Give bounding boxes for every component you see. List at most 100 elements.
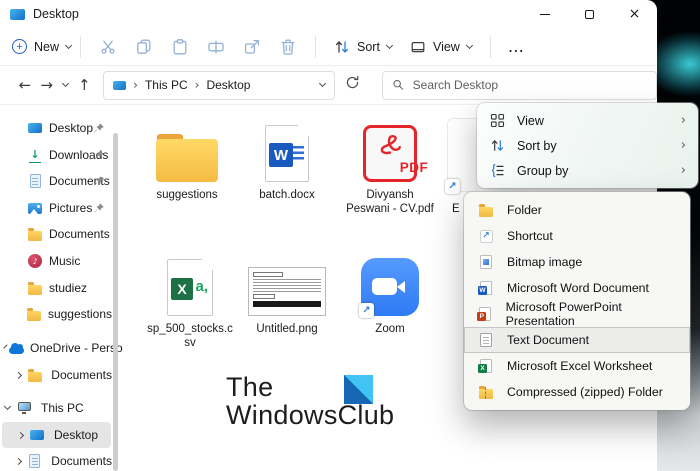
rename-button[interactable] [198, 31, 234, 63]
pdf-badge: PDF [390, 160, 438, 175]
hidden-file-label: E [452, 203, 460, 215]
copy-button[interactable] [126, 31, 162, 63]
music-icon: ♪ [28, 254, 42, 268]
maximize-button[interactable] [567, 0, 612, 28]
new-menu-item-folder[interactable]: Folder [464, 197, 690, 223]
submenu-arrow-icon: › [681, 138, 686, 153]
sort-button[interactable]: Sort [334, 39, 392, 55]
excel-icon: X [480, 359, 492, 373]
chevron-expanded-icon[interactable] [3, 344, 7, 348]
pin-icon [93, 202, 105, 214]
new-menu-item-excel-worksheet[interactable]: X Microsoft Excel Worksheet [464, 353, 690, 379]
search-icon [392, 78, 405, 92]
sidebar-item-onedrive[interactable]: OneDrive - Perso [0, 335, 112, 361]
back-button[interactable]: ← [14, 76, 36, 94]
chevron-collapsed-icon[interactable] [17, 431, 24, 438]
chevron-collapsed-icon[interactable] [15, 458, 22, 465]
pin-icon [93, 122, 105, 134]
see-more-button[interactable]: … [508, 37, 525, 56]
search-input[interactable] [413, 78, 647, 92]
paste-button[interactable] [162, 31, 198, 63]
address-dropdown-icon[interactable] [319, 80, 326, 87]
folder-icon [479, 207, 493, 217]
thewindowsclub-logo [344, 375, 373, 404]
sidebar-item-this-pc-documents[interactable]: Documents [0, 448, 112, 471]
search-box[interactable] [382, 71, 657, 100]
screenshot-root: Desktop × + New [0, 0, 700, 471]
forward-button[interactable]: → [36, 76, 58, 94]
watermark-line2: WindowsClub [226, 400, 394, 431]
menu-item-sort-by[interactable]: Sort by › [477, 133, 698, 158]
sidebar-item-music[interactable]: ♪ Music [0, 248, 112, 274]
file-csv[interactable]: X a, sp_500_stocks.csv [144, 256, 236, 350]
new-button-label: New [34, 40, 59, 54]
delete-button[interactable] [270, 31, 306, 63]
sort-icon [334, 39, 350, 55]
excel-badge: X [478, 364, 487, 373]
new-submenu: Folder ↗ Shortcut Bitmap image W Microso… [464, 192, 690, 410]
cut-button[interactable] [90, 31, 126, 63]
sidebar-item-documents-folder[interactable]: Documents [0, 221, 112, 247]
scissors-icon [99, 38, 117, 56]
new-menu-item-powerpoint-presentation[interactable]: P Microsoft PowerPoint Presentation [464, 301, 690, 327]
minimize-button[interactable] [522, 0, 567, 28]
new-menu-item-shortcut[interactable]: ↗ Shortcut [464, 223, 690, 249]
sidebar-item-studiez[interactable]: studiez [0, 275, 112, 301]
chevron-down-icon [386, 41, 393, 48]
location-icon [113, 81, 126, 90]
file-label: suggestions [156, 188, 217, 202]
adobe-mark-icon [377, 133, 403, 157]
menu-item-label: Text Document [507, 333, 589, 347]
command-bar: + New [0, 28, 657, 66]
text-lines [292, 146, 304, 161]
breadcrumb-desktop[interactable]: Desktop [206, 78, 250, 92]
sidebar-item-this-pc-desktop[interactable]: Desktop [2, 422, 111, 448]
recent-locations-button[interactable] [58, 84, 74, 86]
file-batch-docx[interactable]: W batch.docx [241, 122, 333, 202]
sidebar-item-documents[interactable]: Documents [0, 168, 112, 194]
desktop-folder-icon [10, 9, 25, 20]
sidebar-item-downloads[interactable]: ↓ Downloads [0, 142, 112, 168]
file-zoom-shortcut[interactable]: ↗ Zoom [344, 256, 436, 336]
sidebar-scrollbar[interactable] [113, 133, 118, 471]
breadcrumb-separator: › [133, 78, 138, 92]
view-icon [410, 39, 426, 55]
address-bar[interactable]: › This PC › Desktop [103, 71, 335, 100]
thumbnail-detail [253, 294, 275, 299]
new-menu-item-compressed-folder[interactable]: Compressed (zipped) Folder [464, 379, 690, 405]
sidebar-item-desktop[interactable]: Desktop [0, 115, 112, 141]
refresh-button[interactable] [345, 75, 360, 95]
share-button[interactable] [234, 31, 270, 63]
chevron-collapsed-icon[interactable] [15, 372, 22, 379]
toolbar-divider [315, 36, 316, 58]
clipboard-icon [171, 38, 189, 56]
file-suggestions[interactable]: suggestions [141, 122, 233, 202]
powerpoint-icon: P [479, 307, 491, 321]
new-menu-item-text-document[interactable]: Text Document [464, 327, 690, 353]
desktop-icon [30, 430, 44, 440]
file-untitled-png[interactable]: Untitled.png [241, 256, 333, 336]
close-button[interactable]: × [612, 0, 657, 28]
up-button[interactable]: ↑ [73, 76, 95, 94]
file-cv-pdf[interactable]: PDF Divyansh Peswani - CV.pdf [344, 122, 436, 216]
new-button[interactable]: + New [12, 39, 71, 54]
menu-item-group-by[interactable]: Group by › [477, 158, 698, 183]
sidebar-item-label: Documents [51, 454, 112, 468]
pdf-icon: PDF [363, 125, 417, 182]
sidebar-item-onedrive-documents[interactable]: Documents [0, 362, 112, 388]
view-button[interactable]: View [410, 39, 472, 55]
text-document-icon [480, 333, 492, 347]
zipped-folder-icon [479, 389, 493, 399]
menu-item-view[interactable]: View › [477, 108, 698, 133]
maximize-icon [585, 10, 594, 19]
chevron-expanded-icon[interactable] [4, 403, 11, 410]
new-menu-item-bitmap-image[interactable]: Bitmap image [464, 249, 690, 275]
sidebar-item-this-pc[interactable]: This PC [0, 395, 112, 421]
breadcrumb-this-pc[interactable]: This PC [145, 78, 188, 92]
shortcut-arrow-icon: ↗ [480, 230, 493, 243]
desktop-icon [28, 123, 42, 133]
sidebar-item-suggestions[interactable]: suggestions [0, 301, 112, 327]
new-menu-item-word-document[interactable]: W Microsoft Word Document [464, 275, 690, 301]
sidebar-item-pictures[interactable]: Pictures [0, 195, 112, 221]
breadcrumb-separator: › [195, 78, 200, 92]
